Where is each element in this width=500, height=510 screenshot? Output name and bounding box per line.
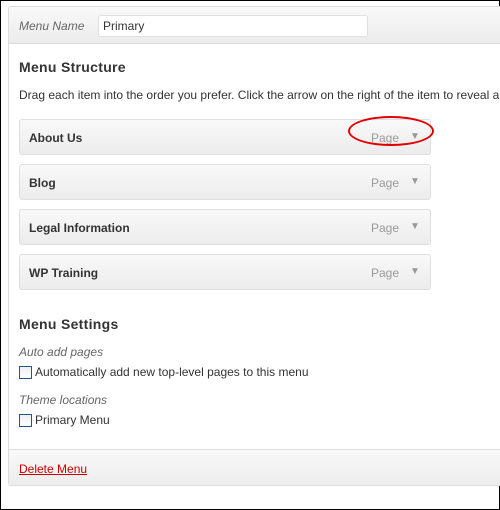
menu-item-title: Legal Information	[29, 221, 130, 235]
menu-item-title: Blog	[29, 176, 56, 190]
triangle-down-icon[interactable]: ▼	[410, 221, 420, 232]
menu-item[interactable]: Blog Page ▼	[19, 164, 431, 200]
menu-name-input[interactable]	[98, 15, 368, 37]
menu-footer: Delete Menu	[9, 449, 500, 485]
primary-menu-option-label: Primary Menu	[35, 413, 110, 427]
auto-add-checkbox[interactable]: Automatically add new top-level pages to…	[19, 365, 309, 379]
annotation-circle	[348, 116, 434, 146]
auto-add-option-label: Automatically add new top-level pages to…	[35, 365, 309, 379]
menu-item-type: Page	[371, 176, 400, 190]
triangle-down-icon[interactable]: ▼	[410, 266, 420, 277]
menu-edit-panel: Menu Name Menu Structure Drag each item …	[8, 6, 500, 486]
menu-item-title: About Us	[29, 131, 83, 145]
menu-header: Menu Name	[9, 7, 500, 44]
menu-name-label: Menu Name	[19, 19, 85, 33]
menu-item-title: WP Training	[29, 266, 99, 280]
auto-add-label: Auto add pages	[19, 345, 104, 359]
menu-item[interactable]: Legal Information Page ▼	[19, 209, 431, 245]
checkbox[interactable]	[19, 365, 32, 379]
menu-structure-description: Drag each item into the order you prefer…	[19, 88, 500, 102]
menu-item-type: Page	[371, 266, 400, 280]
triangle-down-icon[interactable]: ▼	[410, 176, 420, 187]
theme-locations-label: Theme locations	[19, 393, 108, 407]
menu-structure-heading: Menu Structure	[19, 59, 126, 75]
menu-item-type: Page	[371, 221, 400, 235]
delete-menu-link[interactable]: Delete Menu	[19, 462, 87, 476]
menu-item[interactable]: WP Training Page ▼	[19, 254, 431, 290]
menu-settings-heading: Menu Settings	[19, 316, 119, 332]
primary-menu-checkbox[interactable]: Primary Menu	[19, 413, 110, 427]
checkbox[interactable]	[19, 413, 32, 427]
